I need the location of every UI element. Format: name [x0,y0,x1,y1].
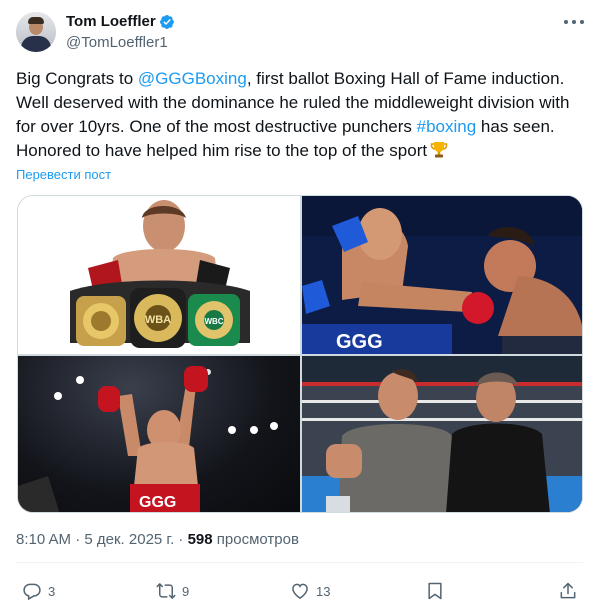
reply-count: 3 [48,583,56,599]
photo-victory[interactable]: GGG [18,356,300,512]
divider [16,562,583,563]
views-label: просмотров [216,531,299,548]
trunks-left-text: GGG [139,494,176,511]
reply-icon [23,583,41,601]
post-time[interactable]: 8:10 AM [16,531,71,548]
views-count: 598 [187,531,213,548]
author-handle[interactable]: @TomLoeffler1 [66,34,168,52]
share-icon [560,582,576,599]
heart-icon [292,583,308,599]
media-grid: WBA WBC GGG GGG [17,195,583,513]
verified-badge-icon [160,15,174,29]
more-options-icon[interactable] [564,15,584,29]
trunks-ring-text: GGG [336,331,383,353]
bookmark-button[interactable] [425,580,445,602]
translate-post-link[interactable]: Перевести пост [16,167,111,183]
post-card: Tom Loeffler @TomLoeffler1 Big Congrats … [0,0,599,613]
belt-center-text: WBA [145,314,171,326]
repost-button[interactable]: 9 [156,580,189,602]
post-text: Big Congrats to @GGGBoxing, first ballot… [16,69,570,160]
author-name[interactable]: Tom Loeffler [66,13,156,31]
repost-icon [156,583,176,599]
photo-ring-pair[interactable] [302,356,582,512]
post-date[interactable]: 5 дек. 2025 г. [84,531,174,548]
reply-button[interactable]: 3 [22,580,55,602]
avatar[interactable] [16,12,56,52]
mention-link[interactable]: @GGGBoxing [138,69,247,88]
like-button[interactable]: 13 [290,580,330,602]
hashtag-link[interactable]: #boxing [417,117,477,136]
bookmark-icon [428,582,442,600]
like-count: 13 [316,583,331,599]
belt-right-text: WBC [204,317,223,326]
photo-belts[interactable]: WBA WBC [18,196,300,354]
post-meta: 8:10 AM · 5 дек. 2025 г. · 598 просмотро… [16,531,299,548]
photo-punch[interactable]: GGG [302,196,582,354]
share-button[interactable] [558,580,578,602]
trophy-icon [430,142,448,158]
repost-count: 9 [182,583,190,599]
